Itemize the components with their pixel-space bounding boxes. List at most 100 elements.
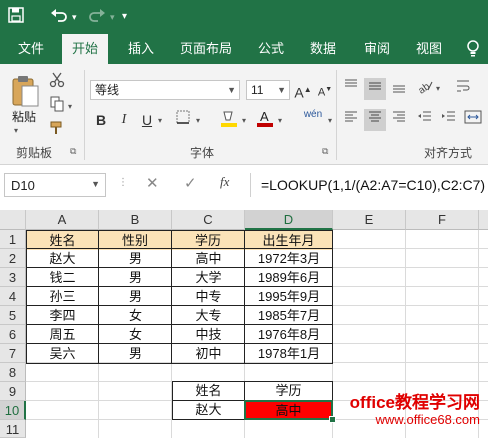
- underline-dropdown-icon[interactable]: ▾: [158, 116, 162, 125]
- name-box[interactable]: D10 ▼: [4, 173, 106, 197]
- column-header-e[interactable]: E: [333, 210, 406, 230]
- wrap-text-icon[interactable]: [452, 78, 474, 100]
- cell-b7[interactable]: 男: [99, 344, 172, 363]
- copy-icon[interactable]: [46, 96, 68, 118]
- merge-center-icon[interactable]: [462, 109, 484, 131]
- undo-icon[interactable]: [50, 7, 68, 29]
- cell-b6[interactable]: 女: [99, 325, 172, 344]
- select-all-corner[interactable]: [0, 210, 26, 230]
- row-header[interactable]: 1: [0, 230, 26, 249]
- row-header[interactable]: 5: [0, 306, 26, 325]
- cancel-icon[interactable]: ✕: [146, 174, 159, 192]
- paste-button[interactable]: 粘贴: [12, 108, 36, 125]
- align-center-icon[interactable]: [364, 109, 386, 131]
- cell-c9[interactable]: 姓名: [172, 381, 245, 401]
- cell-c5[interactable]: 大专: [172, 306, 245, 325]
- underline-button[interactable]: U: [136, 109, 158, 131]
- cell-c7[interactable]: 初中: [172, 344, 245, 363]
- cell-a5[interactable]: 李四: [26, 306, 99, 325]
- cell-b4[interactable]: 男: [99, 287, 172, 306]
- copy-dropdown-icon[interactable]: ▾: [68, 102, 72, 111]
- cell-d2[interactable]: 1972年3月: [245, 249, 333, 268]
- phonetic-guide-button[interactable]: wén: [298, 108, 328, 130]
- tell-me-icon[interactable]: [462, 34, 484, 64]
- row-header[interactable]: 6: [0, 325, 26, 344]
- cell-a3[interactable]: 钱二: [26, 268, 99, 287]
- column-header-f[interactable]: F: [406, 210, 479, 230]
- clipboard-launcher-icon[interactable]: ⧉: [70, 146, 76, 157]
- row-header[interactable]: 4: [0, 287, 26, 306]
- italic-button[interactable]: I: [113, 109, 135, 131]
- shrink-font-button[interactable]: A▼: [314, 79, 336, 101]
- decrease-indent-icon[interactable]: [414, 109, 436, 131]
- cut-icon[interactable]: [46, 72, 68, 94]
- orientation-icon[interactable]: ab: [414, 78, 436, 100]
- paste-icon[interactable]: [10, 74, 40, 108]
- undo-dropdown-icon[interactable]: ▾: [72, 7, 77, 27]
- cell-a2[interactable]: 赵大: [26, 249, 99, 268]
- cell-c6[interactable]: 中技: [172, 325, 245, 344]
- cell-d9[interactable]: 学历: [244, 381, 333, 401]
- row-header[interactable]: 8: [0, 363, 26, 382]
- borders-dropdown-icon[interactable]: ▾: [196, 116, 200, 125]
- cell-a4[interactable]: 孙三: [26, 287, 99, 306]
- tab-formulas[interactable]: 公式: [254, 34, 288, 64]
- row-header[interactable]: 2: [0, 249, 26, 268]
- align-right-icon[interactable]: [388, 109, 410, 131]
- grow-font-button[interactable]: A▲: [292, 79, 314, 101]
- font-launcher-icon[interactable]: ⧉: [322, 146, 328, 157]
- cell-c10[interactable]: 赵大: [172, 400, 245, 420]
- tab-data[interactable]: 数据: [306, 34, 340, 64]
- top-align-icon[interactable]: [340, 78, 362, 100]
- cell-b5[interactable]: 女: [99, 306, 172, 325]
- row-header[interactable]: 3: [0, 268, 26, 287]
- tab-file[interactable]: 文件: [14, 34, 48, 64]
- column-header-b[interactable]: B: [99, 210, 172, 230]
- row-header[interactable]: 9: [0, 382, 26, 401]
- font-size-combo[interactable]: 11 ▼: [246, 80, 290, 100]
- customize-qa-icon[interactable]: ▾: [122, 7, 127, 27]
- bottom-align-icon[interactable]: [388, 78, 410, 100]
- tab-home[interactable]: 开始: [62, 34, 109, 64]
- cell-d5[interactable]: 1985年7月: [245, 306, 333, 325]
- cell-a7[interactable]: 吴六: [26, 344, 99, 363]
- formula-input[interactable]: =LOOKUP(1,1/(A2:A7=C10),C2:C7): [250, 173, 488, 197]
- tab-view[interactable]: 视图: [412, 34, 446, 64]
- middle-align-icon[interactable]: [364, 78, 386, 100]
- enter-icon[interactable]: ✓: [184, 174, 197, 192]
- column-header-c[interactable]: C: [172, 210, 245, 230]
- cell-d10[interactable]: 高中: [244, 400, 333, 420]
- orientation-dropdown-icon[interactable]: ▾: [436, 84, 440, 93]
- cell-c4[interactable]: 中专: [172, 287, 245, 306]
- align-left-icon[interactable]: [340, 109, 362, 131]
- phonetic-dropdown-icon[interactable]: ▾: [328, 116, 332, 125]
- paste-dropdown-icon[interactable]: ▾: [14, 126, 18, 135]
- redo-icon[interactable]: [88, 7, 106, 29]
- increase-indent-icon[interactable]: [438, 109, 460, 131]
- font-color-icon[interactable]: A: [254, 109, 276, 131]
- redo-dropdown-icon[interactable]: ▾: [110, 7, 115, 27]
- column-header-d[interactable]: D: [245, 210, 333, 230]
- save-icon[interactable]: [8, 7, 24, 29]
- font-color-dropdown-icon[interactable]: ▾: [278, 116, 282, 125]
- font-name-combo[interactable]: 等线 ▼: [90, 80, 240, 100]
- borders-icon[interactable]: [172, 109, 194, 131]
- insert-function-button[interactable]: fx: [220, 174, 229, 190]
- row-header[interactable]: 7: [0, 344, 26, 363]
- row-header[interactable]: 10: [0, 401, 26, 420]
- cell-a6[interactable]: 周五: [26, 325, 99, 344]
- cell-d6[interactable]: 1976年8月: [245, 325, 333, 344]
- column-header-g[interactable]: [479, 210, 488, 230]
- bold-button[interactable]: B: [90, 109, 112, 131]
- tab-review[interactable]: 审阅: [360, 34, 394, 64]
- cell-d7[interactable]: 1978年1月: [245, 344, 333, 363]
- cell-b2[interactable]: 男: [99, 249, 172, 268]
- column-header-a[interactable]: A: [26, 210, 99, 230]
- cell-d3[interactable]: 1989年6月: [245, 268, 333, 287]
- cell-c3[interactable]: 大学: [172, 268, 245, 287]
- tab-page-layout[interactable]: 页面布局: [176, 34, 236, 64]
- format-painter-icon[interactable]: [46, 120, 68, 142]
- fill-color-icon[interactable]: [218, 109, 240, 131]
- row-header[interactable]: 11: [0, 420, 26, 438]
- cell-b3[interactable]: 男: [99, 268, 172, 287]
